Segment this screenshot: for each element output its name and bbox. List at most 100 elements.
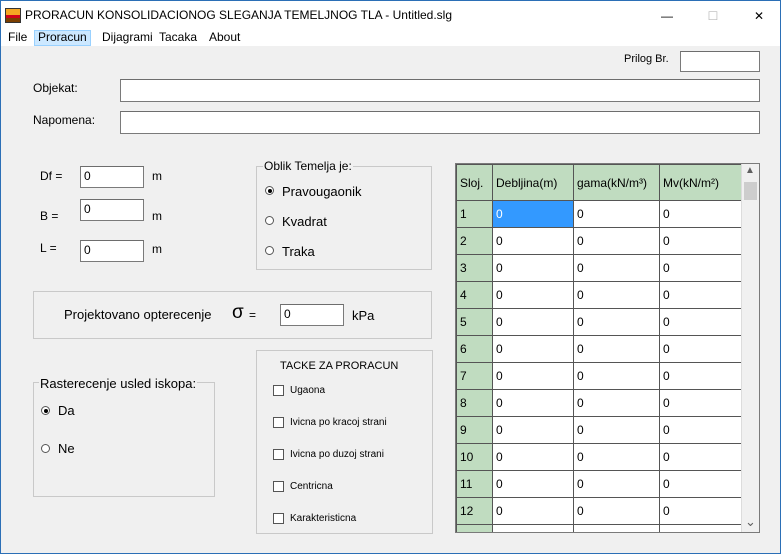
rasterecenje-option-ne[interactable]: Ne xyxy=(41,441,161,457)
cell-gama[interactable]: 0 xyxy=(573,281,660,309)
cell-debljina[interactable]: 0 xyxy=(492,416,574,444)
checkbox-centricna[interactable] xyxy=(273,481,284,492)
cell-debljina[interactable]: 0 xyxy=(492,200,574,228)
row-header[interactable]: 13 xyxy=(456,524,493,532)
cell-mv[interactable]: 0 xyxy=(659,470,742,498)
radio-ne[interactable] xyxy=(41,444,50,453)
col-header-gama[interactable]: gama(kN/m³) xyxy=(573,164,660,201)
cell-mv[interactable]: 0 xyxy=(659,254,742,282)
row-header[interactable]: 12 xyxy=(456,497,493,525)
cell-mv[interactable]: 0 xyxy=(659,200,742,228)
row-header[interactable]: 10 xyxy=(456,443,493,471)
napomena-input[interactable] xyxy=(120,111,760,134)
menu-about[interactable]: About xyxy=(206,30,243,46)
cell-debljina[interactable]: 0 xyxy=(492,389,574,417)
opterecenje-input[interactable]: 0 xyxy=(280,304,344,326)
cell-debljina[interactable]: 0 xyxy=(492,497,574,525)
cell-debljina[interactable]: 0 xyxy=(492,470,574,498)
sloj-table: Sloj. Debljina(m) gama(kN/m³) Mv(kN/m²) … xyxy=(456,164,742,532)
objekat-input[interactable] xyxy=(120,79,760,102)
cell-gama[interactable]: 0 xyxy=(573,200,660,228)
row-header[interactable]: 3 xyxy=(456,254,493,282)
rasterecenje-option-da[interactable]: Da xyxy=(41,403,161,419)
cell-gama[interactable]: 0 xyxy=(573,470,660,498)
row-header[interactable]: 11 xyxy=(456,470,493,498)
cell-gama[interactable]: 0 xyxy=(573,389,660,417)
col-header-debljina[interactable]: Debljina(m) xyxy=(492,164,574,201)
tacka-karakteristicna[interactable]: Karakteristicna xyxy=(273,512,428,526)
col-header-mv[interactable]: Mv(kN/m²) xyxy=(659,164,742,201)
checkbox-ivicna-duza[interactable] xyxy=(273,449,284,460)
cell-gama[interactable]: 0 xyxy=(573,227,660,255)
grid-vertical-scrollbar[interactable]: ▲ ⌄ xyxy=(741,164,759,532)
tacka-ugaona[interactable]: Ugaona xyxy=(273,384,428,398)
cell-mv[interactable]: 0 xyxy=(659,335,742,363)
cell-mv[interactable]: 0 xyxy=(659,416,742,444)
b-input[interactable]: 0 xyxy=(80,199,144,221)
l-input[interactable]: 0 xyxy=(80,240,144,262)
cell-debljina[interactable]: 0 xyxy=(492,254,574,282)
row-header[interactable]: 6 xyxy=(456,335,493,363)
close-button[interactable]: ✕ xyxy=(736,1,781,30)
cell-gama[interactable]: 0 xyxy=(573,335,660,363)
cell-debljina[interactable]: 0 xyxy=(492,443,574,471)
cell-gama[interactable]: 0 xyxy=(573,254,660,282)
df-input[interactable]: 0 xyxy=(80,166,144,188)
row-header[interactable]: 1 xyxy=(456,200,493,228)
maximize-button[interactable]: ☐ xyxy=(690,1,736,30)
checkbox-ugaona[interactable] xyxy=(273,385,284,396)
cell-debljina[interactable]: 0 xyxy=(492,227,574,255)
cell-gama[interactable]: 0 xyxy=(573,308,660,336)
menu-dijagrami[interactable]: Dijagrami xyxy=(99,30,156,46)
grid-row: 9 0 0 0 xyxy=(456,416,742,444)
row-header[interactable]: 9 xyxy=(456,416,493,444)
tacka-ivicna-kraca[interactable]: Ivicna po kracoj strani xyxy=(273,416,428,430)
cell-debljina[interactable]: 0 xyxy=(492,524,574,532)
menu-proracun[interactable]: Proracun xyxy=(34,30,91,46)
radio-pravougaonik[interactable] xyxy=(265,186,274,195)
cell-mv[interactable]: 0 xyxy=(659,362,742,390)
radio-da[interactable] xyxy=(41,406,50,415)
cell-debljina[interactable]: 0 xyxy=(492,281,574,309)
cell-gama[interactable]: 0 xyxy=(573,524,660,532)
scroll-down-icon[interactable]: ⌄ xyxy=(745,514,756,530)
oblik-option-traka[interactable]: Traka xyxy=(264,243,424,259)
scrollbar-thumb[interactable] xyxy=(744,182,757,200)
napomena-label: Napomena: xyxy=(33,113,96,127)
checkbox-karakteristicna[interactable] xyxy=(273,513,284,524)
cell-gama[interactable]: 0 xyxy=(573,497,660,525)
cell-gama[interactable]: 0 xyxy=(573,362,660,390)
tacka-centricna[interactable]: Centricna xyxy=(273,480,428,494)
menu-file[interactable]: File xyxy=(5,30,30,46)
cell-debljina[interactable]: 0 xyxy=(492,308,574,336)
oblik-temelja-title: Oblik Temelja je: xyxy=(263,159,353,173)
cell-mv[interactable]: 0 xyxy=(659,389,742,417)
col-header-sloj[interactable]: Sloj. xyxy=(456,164,493,201)
row-header[interactable]: 4 xyxy=(456,281,493,309)
menu-tacaka[interactable]: Tacaka xyxy=(156,30,200,46)
checkbox-ivicna-kraca[interactable] xyxy=(273,417,284,428)
radio-kvadrat[interactable] xyxy=(265,216,274,225)
cell-mv[interactable]: 0 xyxy=(659,308,742,336)
row-header[interactable]: 5 xyxy=(456,308,493,336)
cell-debljina[interactable]: 0 xyxy=(492,335,574,363)
cell-mv[interactable]: 0 xyxy=(659,281,742,309)
cell-mv[interactable]: 0 xyxy=(659,443,742,471)
cell-gama[interactable]: 0 xyxy=(573,443,660,471)
oblik-option-kvadrat[interactable]: Kvadrat xyxy=(264,213,424,229)
cell-mv[interactable]: 0 xyxy=(659,497,742,525)
minimize-button[interactable]: — xyxy=(644,1,690,30)
tacka-ivicna-duza[interactable]: Ivicna po duzoj strani xyxy=(273,448,428,462)
oblik-option-pravougaonik[interactable]: Pravougaonik xyxy=(264,183,424,199)
row-header[interactable]: 2 xyxy=(456,227,493,255)
radio-traka[interactable] xyxy=(265,246,274,255)
cell-mv[interactable]: 0 xyxy=(659,227,742,255)
row-header[interactable]: 8 xyxy=(456,389,493,417)
row-header[interactable]: 7 xyxy=(456,362,493,390)
cell-mv[interactable]: 0 xyxy=(659,524,742,532)
scroll-up-icon[interactable]: ▲ xyxy=(745,165,755,176)
b-unit: m xyxy=(152,209,162,223)
prilog-input[interactable] xyxy=(680,51,760,72)
cell-debljina[interactable]: 0 xyxy=(492,362,574,390)
cell-gama[interactable]: 0 xyxy=(573,416,660,444)
